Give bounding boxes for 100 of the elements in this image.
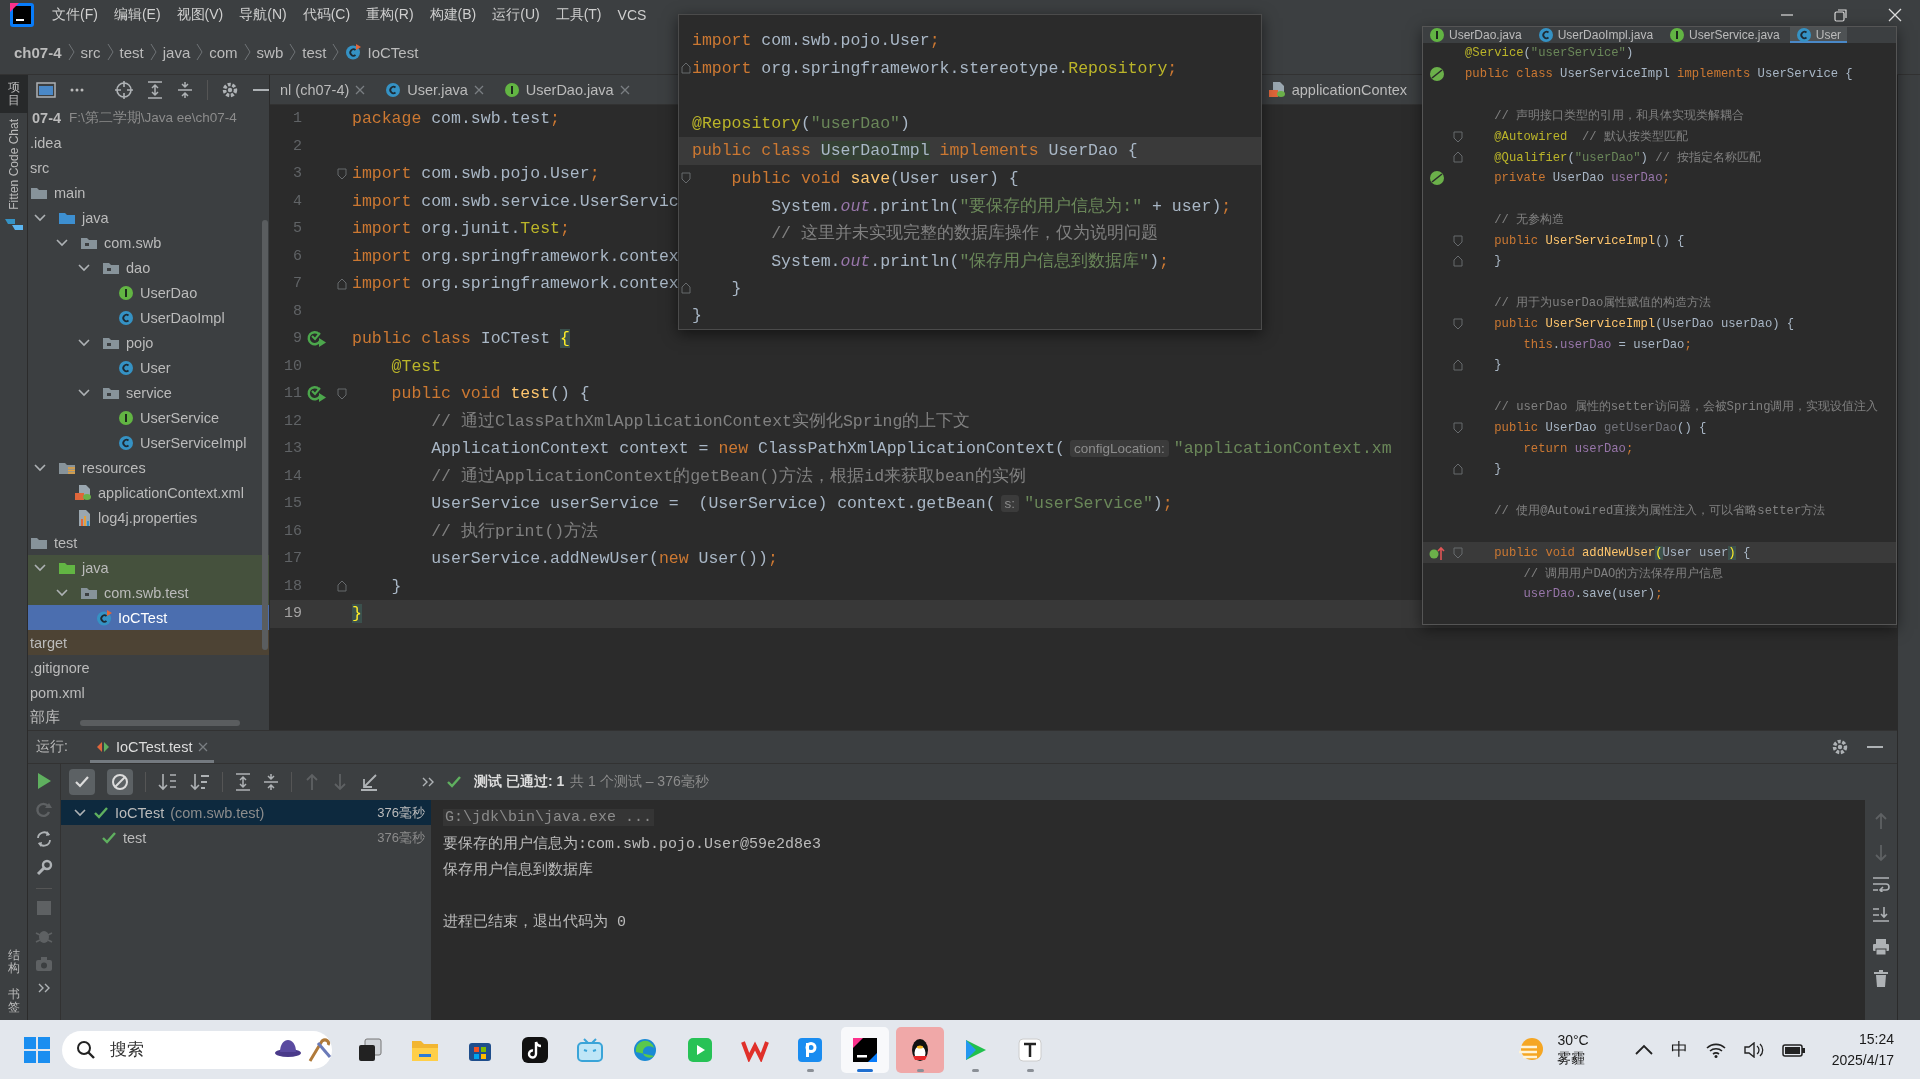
tree-item[interactable]: .gitignore [28, 655, 269, 680]
editor-tab[interactable]: UserService.java [1663, 27, 1786, 43]
toggle-auto-test-icon[interactable] [35, 830, 53, 848]
fold-icon[interactable] [337, 277, 347, 290]
tree-item[interactable]: java [28, 555, 269, 580]
minimize-icon[interactable] [1867, 745, 1883, 749]
test-tree-item[interactable]: IoCTest (com.swb.test) 376毫秒 [61, 800, 431, 825]
search-field[interactable]: 搜索 [108, 1038, 262, 1061]
tool-window-tab[interactable]: 项目 [0, 75, 28, 114]
soft-wrap-icon[interactable] [1872, 876, 1890, 892]
menu-item[interactable]: 代码(C) [294, 6, 359, 24]
battery-icon[interactable] [1781, 1041, 1806, 1058]
breadcrumb-item[interactable]: test [302, 43, 327, 61]
scroll-to-end-icon[interactable] [1872, 906, 1890, 924]
tool-window-tab[interactable]: 结构 [0, 943, 28, 982]
editor-tab[interactable]: User [1789, 27, 1848, 43]
tree-item[interactable]: com.swb [28, 230, 269, 255]
tool-window-tab[interactable]: Fitten Code Chat [0, 113, 28, 217]
tree-item[interactable]: resources [28, 455, 269, 480]
crosshair-icon[interactable] [114, 81, 133, 99]
fold-icon[interactable] [1453, 255, 1463, 268]
implements-icon[interactable] [1429, 544, 1445, 561]
run-tab[interactable]: IoCTest.test [89, 731, 215, 763]
settings-icon[interactable] [221, 81, 239, 99]
code-chat-icon[interactable] [3, 216, 24, 233]
fold-icon[interactable] [337, 387, 347, 400]
collapse-all-icon[interactable] [176, 81, 193, 99]
bean-icon[interactable] [1429, 170, 1445, 187]
import-icon[interactable] [360, 773, 378, 791]
input-method-indicator[interactable]: 中 [1670, 1038, 1688, 1061]
breadcrumb-item[interactable]: ch07-4 [14, 43, 62, 61]
fold-icon[interactable] [1453, 234, 1463, 247]
fold-icon[interactable] [337, 167, 347, 180]
tree-item[interactable]: 07-4 F:\第二学期\Java ee\ch07-4 [28, 105, 269, 130]
tree-item[interactable]: pojo [28, 330, 269, 355]
show-passed-toggle[interactable] [69, 769, 95, 795]
tree-item[interactable]: .idea [28, 130, 269, 155]
wrench-icon[interactable] [35, 859, 53, 877]
fold-icon[interactable] [1453, 421, 1463, 434]
tree-item[interactable]: main [28, 180, 269, 205]
menu-item[interactable]: 重构(R) [358, 6, 422, 24]
tile-icon[interactable] [797, 1036, 823, 1063]
tree-item[interactable]: src [28, 155, 269, 180]
run-test-icon[interactable] [307, 384, 327, 403]
print-icon[interactable] [1872, 938, 1890, 956]
document-icon[interactable] [1017, 1036, 1043, 1063]
windows-logo-icon[interactable] [24, 1036, 50, 1063]
task-view-icon[interactable] [357, 1036, 383, 1063]
swirl-icon[interactable] [632, 1036, 658, 1063]
settings-icon[interactable] [1831, 738, 1849, 756]
tree-item[interactable]: applicationContext.xml [28, 480, 269, 505]
bean-icon[interactable] [1429, 66, 1445, 83]
more-icon[interactable] [70, 88, 84, 92]
breadcrumb-item[interactable]: IoCTest [367, 43, 419, 61]
taskbar-app[interactable] [896, 1026, 944, 1073]
run-test-icon[interactable] [307, 329, 327, 348]
fold-icon[interactable] [1453, 463, 1463, 476]
tree-item[interactable]: test [28, 530, 269, 555]
tree-item[interactable]: UserServiceImpl [28, 430, 269, 455]
tree-item[interactable]: service [28, 380, 269, 405]
tree-item[interactable]: log4j.properties [28, 505, 269, 530]
restore-icon[interactable] [1834, 8, 1848, 22]
editor-tab[interactable]: UserDaoImpl.java [1531, 27, 1660, 43]
music-note-icon[interactable] [522, 1036, 548, 1063]
menu-item[interactable]: 构建(B) [421, 6, 485, 24]
menu-item[interactable]: 视图(V) [168, 6, 232, 24]
menu-item[interactable]: 文件(F) [44, 6, 106, 24]
tree-item[interactable]: IoCTest [28, 605, 269, 630]
tree-item[interactable]: pom.xml [28, 680, 269, 705]
search-box[interactable]: 搜索 [62, 1030, 332, 1069]
menu-item[interactable]: 运行(U) [484, 6, 548, 24]
volume-icon[interactable] [1743, 1041, 1764, 1058]
breadcrumb-item[interactable]: com [209, 43, 238, 61]
sort-alpha-icon[interactable] [158, 773, 178, 791]
editor-tab[interactable]: nl (ch07-4) [270, 75, 376, 104]
test-run-icon[interactable] [95, 740, 110, 754]
fold-icon[interactable] [1453, 151, 1463, 164]
taskbar-app[interactable] [841, 1026, 889, 1073]
panel-icon[interactable] [36, 82, 56, 98]
tree-item[interactable]: User [28, 355, 269, 380]
tree-item[interactable]: UserDao [28, 280, 269, 305]
breadcrumb-item[interactable]: test [119, 43, 144, 61]
tree-item[interactable]: 部库 [28, 705, 269, 730]
app-logo-icon[interactable] [10, 3, 34, 27]
play-icon[interactable] [36, 772, 52, 790]
ide-logo-icon[interactable] [852, 1036, 878, 1063]
tree-item[interactable]: com.swb.test [28, 580, 269, 605]
fold-icon[interactable] [337, 580, 347, 593]
menu-item[interactable]: 导航(N) [231, 6, 295, 24]
tree-item[interactable]: UserService [28, 405, 269, 430]
fold-icon[interactable] [680, 62, 691, 75]
trash-icon[interactable] [1873, 970, 1889, 988]
fold-icon[interactable] [680, 172, 691, 185]
expand-all-icon[interactable] [235, 773, 251, 791]
tree-item[interactable]: UserDaoImpl [28, 305, 269, 330]
collapse-all-icon[interactable] [263, 773, 279, 791]
breadcrumb-item[interactable]: src [80, 43, 101, 61]
fold-icon[interactable] [1453, 359, 1463, 372]
editor-tab[interactable]: UserDao.java [493, 75, 640, 104]
menu-item[interactable]: 编辑(E) [105, 6, 169, 24]
